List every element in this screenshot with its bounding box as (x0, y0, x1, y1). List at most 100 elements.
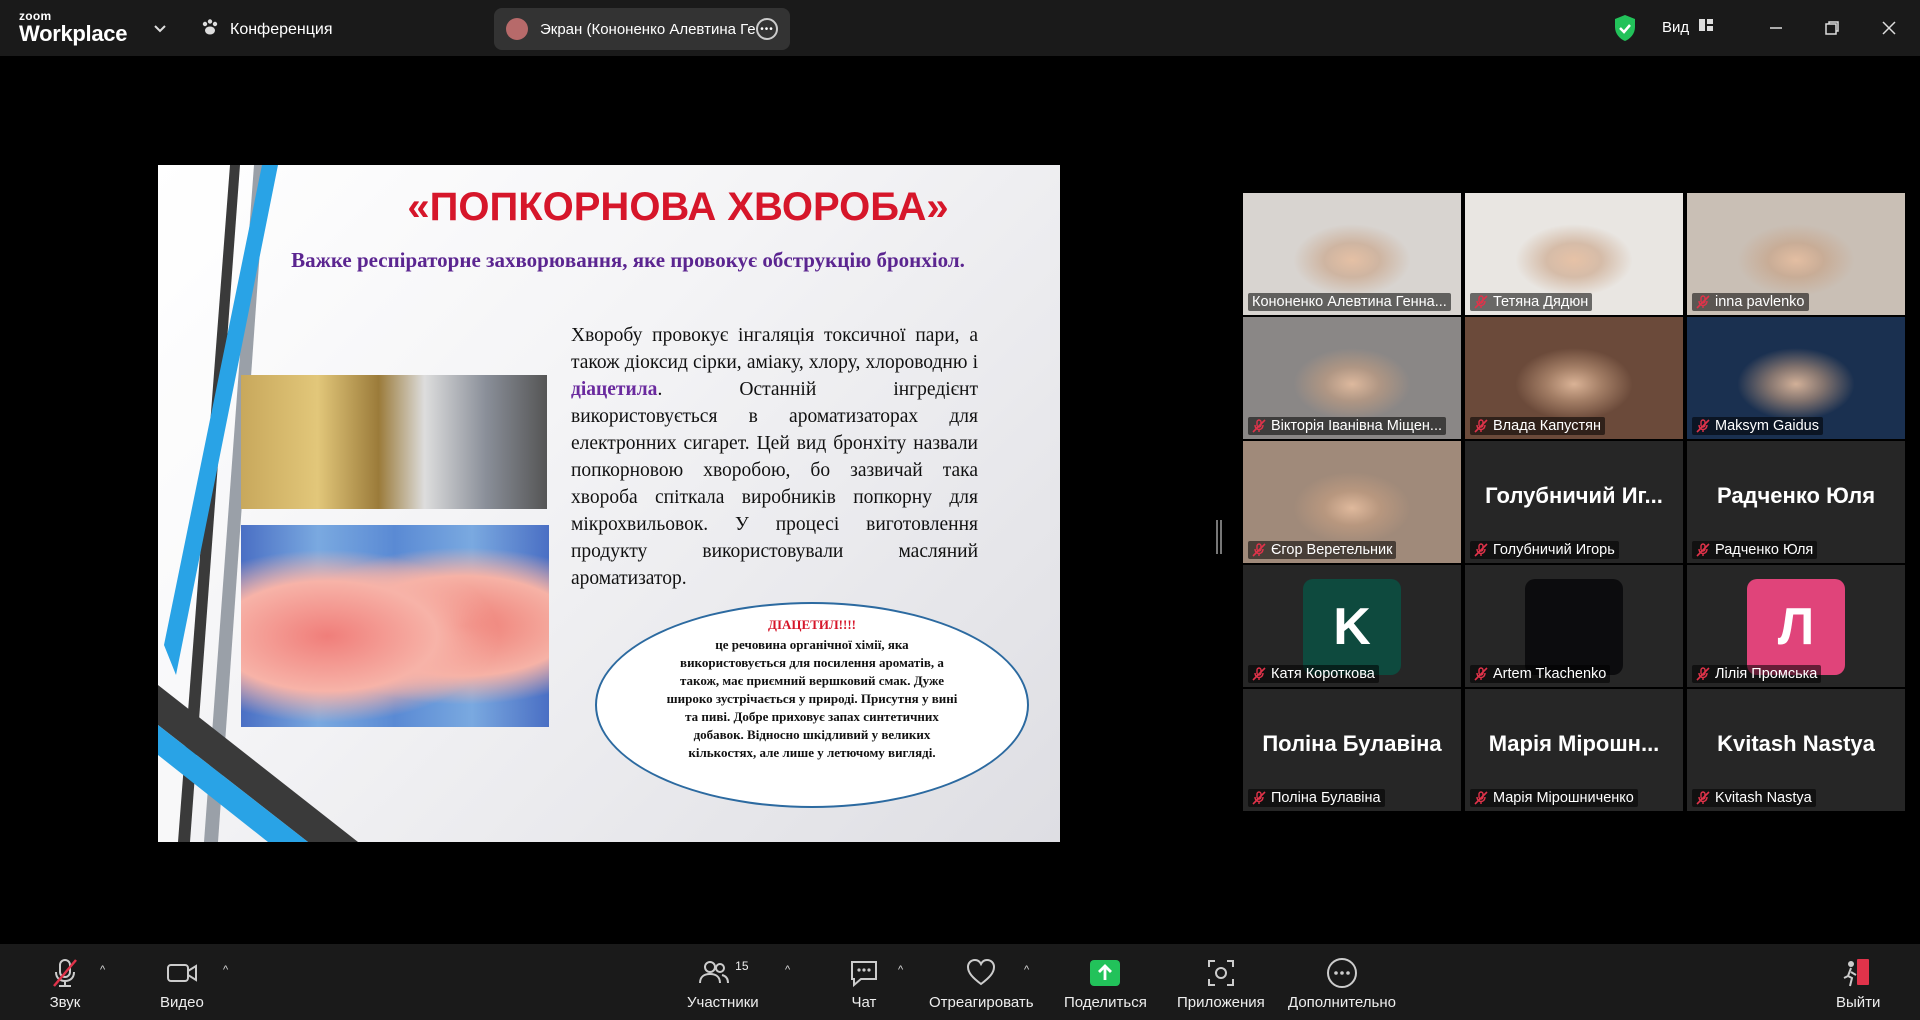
participant-display-name: Kvitash Nastya (1717, 731, 1875, 756)
chat-icon (847, 956, 881, 990)
participant-tile[interactable]: Влада Капустян (1465, 317, 1683, 439)
lungs-vape-image (241, 375, 547, 509)
screen-share-label: Экран (Кононенко Алевтина Ге (540, 20, 755, 38)
participants-button[interactable]: 15 Участники (687, 956, 759, 1011)
apps-label: Приложения (1177, 994, 1265, 1011)
participant-name: Тетяна Дядюн (1470, 293, 1593, 311)
mic-muted-icon (48, 956, 82, 990)
video-button[interactable]: Видео (160, 956, 204, 1011)
participant-tile[interactable]: Поліна Булавіна Поліна Булавіна (1243, 689, 1461, 811)
restore-icon[interactable] (1818, 14, 1846, 42)
view-button[interactable]: Вид (1662, 18, 1714, 36)
avatar (506, 18, 528, 40)
participant-tile[interactable]: Кононенко Алевтина Генна... (1243, 193, 1461, 315)
participant-display-name: Марія Мірошн... (1488, 731, 1660, 756)
leave-door-icon (1841, 956, 1875, 990)
video-camera-icon (165, 956, 199, 990)
participants-icon: 15 (697, 956, 749, 990)
participant-name: Вікторія Іванівна Міщен... (1248, 417, 1446, 435)
meeting-label: Конференция (230, 20, 333, 38)
participant-tile[interactable]: Kvitash Nastya Kvitash Nastya (1687, 689, 1905, 811)
share-label: Поделиться (1064, 994, 1147, 1011)
participant-tile[interactable]: Maksym Gaidus (1687, 317, 1905, 439)
share-button[interactable]: Поделиться (1064, 956, 1147, 1011)
slide-subtitle: Важке респіраторне захворювання, яке про… (291, 248, 965, 272)
participant-name: Радченко Юля (1692, 541, 1818, 559)
screen-share-pill[interactable]: Экран (Кононенко Алевтина Ге ••• (494, 8, 790, 50)
participant-tile[interactable]: Л Лілія Промська (1687, 565, 1905, 687)
participants-options-caret[interactable]: ^ (785, 964, 790, 976)
close-icon[interactable] (1875, 14, 1903, 42)
diacetyl-callout: ДІАЦЕТИЛ!!!! це речовина органічної хімі… (595, 602, 1029, 808)
zoom-logo: zoom Workplace (19, 10, 127, 45)
apps-icon (1204, 956, 1238, 990)
leave-button[interactable]: Выйти (1836, 956, 1880, 1011)
chat-label: Чат (851, 994, 877, 1011)
video-label: Видео (160, 994, 204, 1011)
body-part-1: Хворобу провокує інгаляція токсичної пар… (571, 325, 978, 373)
participant-name: Поліна Булавіна (1248, 789, 1385, 807)
popcorn-lungs-image (241, 525, 549, 727)
audio-button[interactable]: Звук (48, 956, 82, 1011)
participant-name: Катя Короткова (1248, 665, 1379, 683)
participant-name: Влада Капустян (1470, 417, 1605, 435)
slide-body-text: Хворобу провокує інгаляція токсичної пар… (571, 322, 978, 592)
avatar: Л (1747, 579, 1845, 675)
chat-button[interactable]: Чат (847, 956, 881, 1011)
video-options-caret[interactable]: ^ (223, 964, 228, 976)
top-bar: zoom Workplace Конференция Экран (Кононе… (0, 0, 1920, 56)
paw-icon (200, 17, 220, 42)
minimize-icon[interactable] (1762, 14, 1790, 42)
participant-name: Maksym Gaidus (1692, 417, 1823, 435)
react-options-caret[interactable]: ^ (1024, 964, 1029, 976)
heart-icon (964, 956, 998, 990)
react-label: Отреагировать (929, 994, 1034, 1011)
react-button[interactable]: Отреагировать (929, 956, 1034, 1011)
participant-name: Лілія Промська (1692, 665, 1822, 683)
more-button[interactable]: Дополнительно (1288, 956, 1396, 1011)
participant-tile[interactable]: Голубничий Иг... Голубничий Игорь (1465, 441, 1683, 563)
participant-tile[interactable]: Тетяна Дядюн (1465, 193, 1683, 315)
avatar: K (1303, 579, 1401, 675)
more-options-icon[interactable]: ••• (756, 18, 778, 40)
chevron-down-icon[interactable] (150, 18, 170, 38)
participant-display-name: Радченко Юля (1716, 483, 1876, 508)
presentation-slide: «ПОПКОРНОВА ХВОРОБА» Важке респіраторне … (158, 165, 1060, 842)
participant-name: Кононенко Алевтина Генна... (1248, 293, 1451, 311)
meeting-toolbar: Звук ^ Видео ^ 15 Участники ^ Чат ^ Отре… (0, 944, 1920, 1020)
participant-name: Artem Tkachenko (1470, 665, 1611, 683)
panel-resize-handle[interactable] (1216, 520, 1222, 554)
body-emphasis: діацетила (571, 379, 658, 400)
leave-label: Выйти (1836, 994, 1881, 1011)
audio-label: Звук (49, 994, 81, 1011)
audio-options-caret[interactable]: ^ (100, 964, 105, 976)
more-options-icon (1325, 956, 1359, 990)
participant-tile[interactable]: K Катя Короткова (1243, 565, 1461, 687)
participant-display-name: Поліна Булавіна (1262, 731, 1442, 756)
participant-tile[interactable]: Artem Tkachenko (1465, 565, 1683, 687)
participant-gallery: Кононенко Алевтина Генна... Тетяна Дядюн i… (1243, 193, 1905, 813)
grid-view-icon (1699, 18, 1714, 36)
participants-count: 15 (735, 959, 749, 973)
participant-tile[interactable]: Марія Мірошн... Марія Мірошниченко (1465, 689, 1683, 811)
participant-name: Єгор Веретельник (1248, 541, 1397, 559)
participant-name: inna pavlenko (1692, 293, 1809, 311)
share-screen-icon (1089, 956, 1121, 990)
participant-name: Kvitash Nastya (1692, 789, 1816, 807)
participant-tile[interactable]: Єгор Веретельник (1243, 441, 1461, 563)
apps-button[interactable]: Приложения (1177, 956, 1265, 1011)
callout-body: це речовина органічної хімії, яка викори… (666, 637, 958, 760)
shield-check-icon[interactable] (1613, 14, 1637, 47)
meeting-info-button[interactable]: Конференция (200, 17, 333, 42)
chat-options-caret[interactable]: ^ (898, 964, 903, 976)
participant-tile[interactable]: inna pavlenko (1687, 193, 1905, 315)
callout-title: ДІАЦЕТИЛ!!!! (768, 617, 856, 632)
avatar (1525, 579, 1623, 675)
logo-bottom-text: Workplace (19, 21, 128, 46)
view-label: Вид (1662, 18, 1690, 36)
participant-tile[interactable]: Радченко Юля Радченко Юля (1687, 441, 1905, 563)
participant-tile[interactable]: Вікторія Іванівна Міщен... (1243, 317, 1461, 439)
participants-label: Участники (687, 994, 759, 1011)
more-label: Дополнительно (1288, 994, 1396, 1011)
body-part-2: . Останній інгредієнт використовується в… (571, 379, 978, 589)
